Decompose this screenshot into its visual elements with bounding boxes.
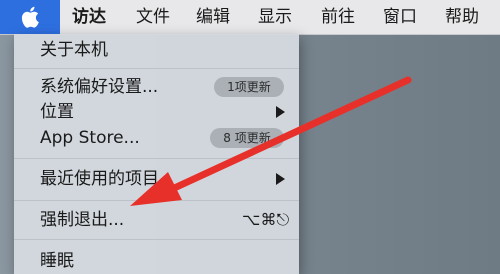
red-arrow-icon	[130, 76, 412, 206]
